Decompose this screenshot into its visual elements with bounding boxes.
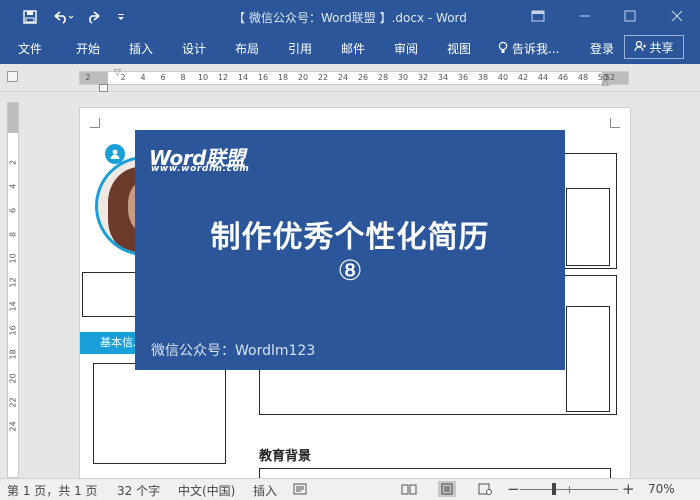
ruler-tick-label: 42 [517,73,529,82]
share-button[interactable]: 共享 [624,35,684,59]
ribbon-display-options-icon[interactable] [525,5,551,27]
ruler-tick-label: 36 [457,73,469,82]
ruler-tick-label: 8 [180,73,186,82]
tab-layout[interactable]: 布局 [235,40,259,57]
macro-record-icon[interactable] [291,481,309,497]
education-heading: 教育背景 [259,449,312,464]
vruler-tick-label: 14 [8,301,18,312]
maximize-icon[interactable] [617,5,643,27]
vruler-tick-label: 6 [8,207,18,214]
first-line-indent-marker[interactable]: ▽ [114,68,121,78]
ruler-tick-label: 34 [437,73,449,82]
vertical-ruler[interactable]: 2 4 6 8 10 12 14 16 18 20 22 24 [7,102,19,478]
ribbon-tab-bar: 文件 开始 插入 设计 布局 引用 邮件 审阅 视图 告诉我... 登录 [0,34,700,64]
margin-corner-marker [610,118,620,128]
tab-selector[interactable] [7,71,18,82]
ruler-tick-label: 44 [537,73,549,82]
ruler-tick-label: 26 [357,73,369,82]
close-icon[interactable] [664,5,690,27]
lightbulb-icon [498,41,508,57]
person-share-icon [634,40,647,55]
person-icon [105,144,125,164]
right-indent-marker[interactable]: △ [602,78,609,88]
ruler-tick-label: 32 [417,73,429,82]
insert-mode-status[interactable]: 插入 [253,482,277,499]
ruler-tick-label: 10 [197,73,209,82]
vruler-tick-label: 2 [8,159,18,166]
tab-view[interactable]: 视图 [447,40,471,57]
title-bar: 【 微信公众号：Word联盟 】.docx - Word [0,0,700,34]
banner-episode-number: ⑧ [337,254,363,287]
basic-info-text-box[interactable] [93,363,226,464]
tell-me-label: 告诉我... [512,42,560,56]
tab-references[interactable]: 引用 [288,40,312,57]
zoom-in-button[interactable]: + [622,480,635,498]
ruler-tick-label: 46 [557,73,569,82]
vruler-tick-label: 12 [8,277,18,288]
ruler-tick-label: 14 [237,73,249,82]
tab-mailings[interactable]: 邮件 [341,40,365,57]
left-margin-shade [80,72,108,84]
ruler-tick-label: 2 [85,73,91,82]
ruler-tick-label: 20 [297,73,309,82]
ruler-tick-label: 12 [217,73,229,82]
brand-url: www.wordlm.com [151,164,250,174]
ruler-tick-label: 16 [257,73,269,82]
tab-insert[interactable]: 插入 [129,40,153,57]
vruler-tick-label: 8 [8,231,18,238]
vruler-tick-label: 10 [8,253,18,264]
print-layout-icon[interactable] [438,481,456,497]
promo-banner: Word联盟 www.wordlm.com 制作优秀个性化简历 ⑧ 微信公众号：… [135,130,565,370]
vruler-tick-label: 16 [8,325,18,336]
vruler-tick-label: 24 [8,421,18,432]
ruler-tick-label: 24 [337,73,349,82]
horizontal-ruler[interactable]: 2 2 4 6 8 10 12 14 16 18 20 22 24 26 28 30 32 34 36 38 40 42 4… [79,71,629,85]
ruler-tick-label: 30 [397,73,409,82]
left-indent-marker[interactable] [99,84,108,92]
vruler-tick-label: 18 [8,349,18,360]
zoom-slider-thumb[interactable] [552,483,556,495]
vruler-tick-label: 20 [8,373,18,384]
ruler-tick-label: 38 [477,73,489,82]
web-layout-icon[interactable] [476,481,494,497]
page-count-status[interactable]: 第 1 页，共 1 页 [7,482,98,499]
ruler-tick-label: 6 [160,73,166,82]
ruler-tick-label: 48 [577,73,589,82]
share-label: 共享 [649,40,674,55]
ruler-tick-label: 4 [140,73,146,82]
read-mode-icon[interactable] [400,481,418,497]
tab-file[interactable]: 文件 [18,40,42,57]
banner-footer: 微信公众号：Wordlm123 [151,343,316,359]
minimize-icon[interactable] [572,5,598,27]
vertical-ruler-area: 2 4 6 8 10 12 14 16 18 20 22 24 [0,92,26,478]
zoom-100-mark [569,486,570,493]
banner-headline: 制作优秀个性化简历 [210,220,490,255]
right-inner-box-1[interactable] [566,188,610,266]
education-text-box[interactable] [259,468,611,478]
ruler-tick-label: 28 [377,73,389,82]
zoom-out-button[interactable]: − [507,480,520,498]
right-inner-box-2[interactable] [566,306,610,412]
zoom-level[interactable]: 70% [648,482,675,496]
vruler-tick-label: 22 [8,397,18,408]
tab-review[interactable]: 审阅 [394,40,418,57]
language-status[interactable]: 中文(中国) [178,482,235,499]
status-bar: 第 1 页，共 1 页 32 个字 中文(中国) 插入 − + 70% [0,478,700,500]
margin-corner-marker [90,118,100,128]
ruler-tick-label: 2 [120,73,126,82]
tab-design[interactable]: 设计 [182,40,206,57]
word-count-status[interactable]: 32 个字 [117,482,160,499]
vruler-tick-label: 4 [8,183,18,190]
tell-me-box[interactable]: 告诉我... [498,40,559,57]
ruler-tick-label: 18 [277,73,289,82]
tab-home[interactable]: 开始 [76,40,100,57]
top-margin-shade [8,103,18,133]
ruler-tick-label: 22 [317,73,329,82]
ruler-tick-label: 40 [497,73,509,82]
sign-in-link[interactable]: 登录 [590,40,614,57]
